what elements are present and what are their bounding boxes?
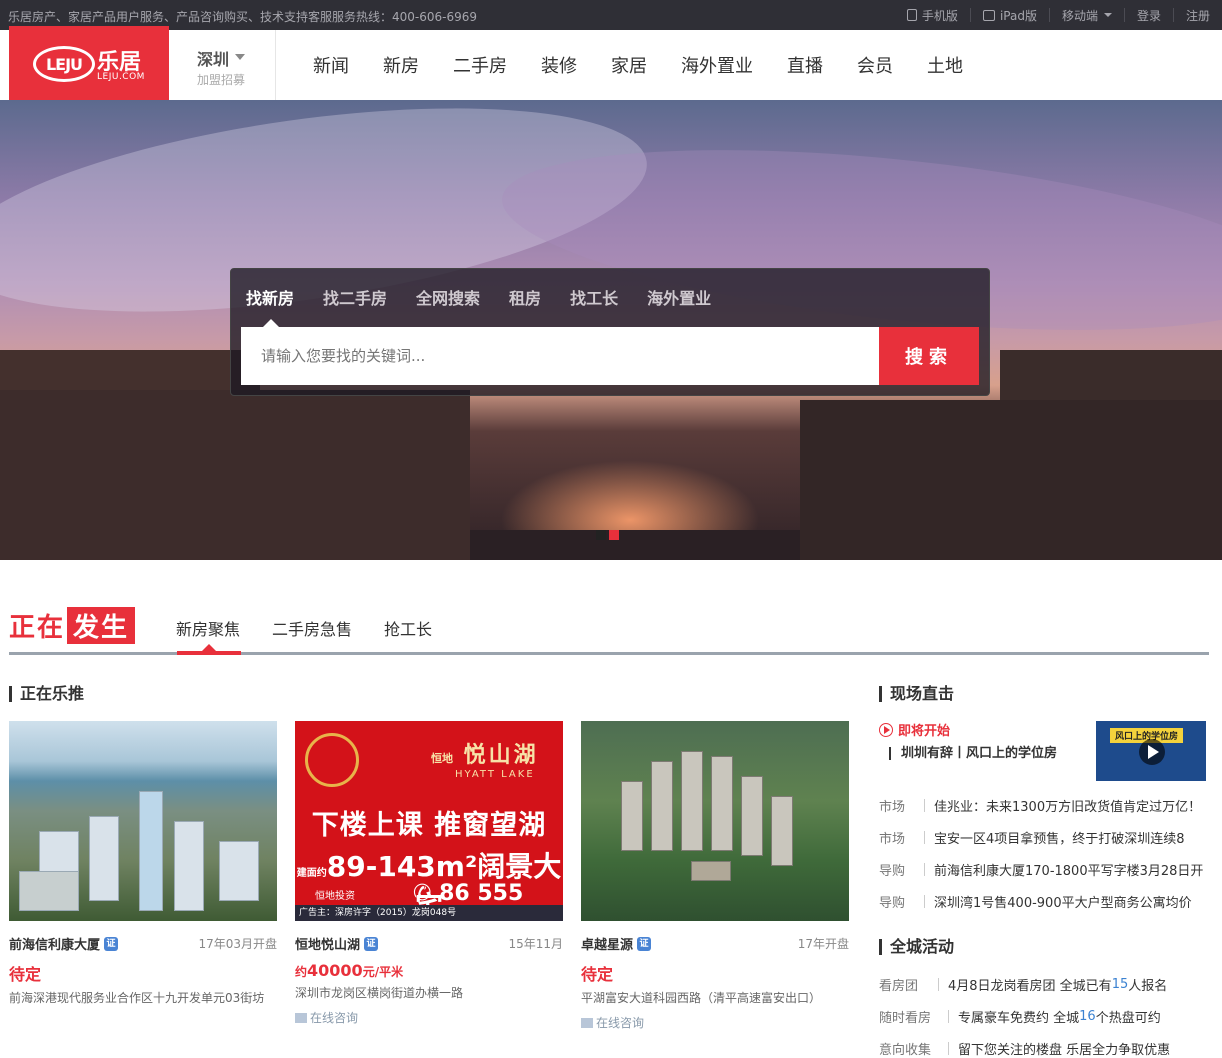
- phone-icon: [906, 9, 917, 21]
- live-block: 即将开始 圳圳有辞丨风口上的学位房 风口上的学位房: [879, 720, 1209, 781]
- caret-down-icon: [1103, 13, 1112, 17]
- search-button[interactable]: 搜索: [879, 327, 979, 385]
- main-nav: 新闻 新房 二手房 装修 家居 海外置业 直播 会员 土地: [296, 30, 980, 100]
- property-price: 待定: [9, 965, 42, 984]
- live-heading: 现场直击: [879, 686, 954, 702]
- nav-new-homes[interactable]: 新房: [383, 52, 419, 78]
- header: LEJU 乐居 LEJU.COM 深圳 加盟招募 新闻 新房 二手房 装修 家居…: [0, 26, 1222, 100]
- happening-tabs: 新房聚焦 二手房急售 抢工长: [176, 616, 464, 640]
- property-address: 平湖富安大道科园西路（清平高速富安出口）: [581, 991, 822, 1005]
- tab-grab-contractor[interactable]: 抢工长: [384, 616, 432, 640]
- event-item[interactable]: 随时看房 专属豪车免费约 全城 16 个热盘可约: [879, 1007, 1209, 1026]
- property-card[interactable]: 卓越星源证 17年开盘 待定 平湖富安大道科园西路（清平高速富安出口） 在线咨询: [581, 721, 849, 1031]
- tab-new-homes[interactable]: 找新房: [246, 285, 294, 309]
- carousel-dot-active[interactable]: [609, 530, 619, 540]
- property-name[interactable]: 恒地悦山湖: [295, 934, 360, 953]
- building-silhouette: [800, 400, 1222, 560]
- property-image[interactable]: [581, 721, 849, 921]
- hero-banner: 找新房 找二手房 全网搜索 租房 找工长 海外置业 搜索: [0, 100, 1222, 560]
- event-item[interactable]: 看房团 4月8日龙岗看房团 全城已有 15 人报名: [879, 975, 1209, 994]
- nav-member[interactable]: 会员: [857, 52, 893, 78]
- city-name: 深圳: [197, 50, 230, 69]
- news-item[interactable]: 导购 深圳湾1号售400-900平大户型商务公寓均价: [879, 892, 1209, 911]
- property-image[interactable]: [9, 721, 277, 921]
- nav-news[interactable]: 新闻: [313, 52, 349, 78]
- news-item[interactable]: 市场 佳兆业：未来1300万方旧改货值肯定过万亿！: [879, 796, 1209, 815]
- property-name[interactable]: 前海信利康大厦: [9, 934, 100, 953]
- ipad-version-link[interactable]: iPad版: [969, 8, 1049, 23]
- mobile-dropdown[interactable]: 移动端: [1048, 8, 1124, 23]
- building-silhouette: [0, 390, 470, 560]
- active-tab-underline: [177, 651, 241, 655]
- property-card[interactable]: 恒地 悦山湖 HYATT LAKE 下楼上课 推窗望湖 建面约89-143m²阔…: [295, 721, 563, 1026]
- search-panel: 找新房 找二手房 全网搜索 租房 找工长 海外置业 搜索: [230, 268, 990, 396]
- register-link[interactable]: 注册: [1172, 8, 1222, 23]
- online-consult-link[interactable]: 在线咨询: [581, 1014, 849, 1031]
- verified-badge-icon: 证: [364, 936, 379, 951]
- happening-title: 正在 发生: [9, 607, 136, 644]
- tab-resale-urgent[interactable]: 二手房急售: [272, 616, 352, 640]
- tablet-icon: [982, 9, 995, 21]
- property-ad-image[interactable]: 恒地 悦山湖 HYATT LAKE 下楼上课 推窗望湖 建面约89-143m²阔…: [295, 721, 563, 921]
- opening-date: 17年03月开盘: [198, 937, 277, 951]
- tab-overseas[interactable]: 海外置业: [647, 285, 711, 309]
- chat-icon: [581, 1017, 593, 1028]
- news-item[interactable]: 导购 前海信利康大厦170-1800平写字楼3月28日开: [879, 860, 1209, 879]
- property-name[interactable]: 卓越星源: [581, 934, 633, 953]
- city-selector[interactable]: 深圳 加盟招募: [169, 30, 276, 100]
- nav-home-furnishing[interactable]: 家居: [611, 52, 647, 78]
- events-heading: 全城活动: [879, 939, 954, 955]
- carousel-dot[interactable]: [596, 530, 606, 540]
- property-price: 待定: [581, 965, 614, 984]
- active-tab-arrow: [263, 319, 279, 327]
- opening-date: 15年11月: [508, 937, 563, 951]
- tab-rent[interactable]: 租房: [509, 285, 541, 309]
- top-bar: 乐居房产、家居产品用户服务、产品咨询购买、技术支持客服服务热线：400-606-…: [0, 0, 1222, 30]
- property-price: 约40000元/平米: [295, 961, 404, 980]
- search-tabs: 找新房 找二手房 全网搜索 租房 找工长 海外置业: [246, 285, 740, 309]
- tab-find-contractor[interactable]: 找工长: [570, 285, 618, 309]
- property-address: 前海深港现代服务业合作区十九开发单元03街坊: [9, 991, 265, 1005]
- active-tab-arrow: [202, 644, 216, 651]
- nav-land[interactable]: 土地: [927, 52, 963, 78]
- verified-badge-icon: 证: [637, 936, 652, 951]
- event-item[interactable]: 意向收集 留下您关注的楼盘 乐居全力争取优惠: [879, 1039, 1209, 1058]
- carousel-dots: [596, 530, 622, 540]
- service-slogan: 乐居房产、家居产品用户服务、产品咨询购买、技术支持客服服务热线：400-606-…: [8, 10, 478, 24]
- opening-date: 17年开盘: [797, 937, 849, 951]
- swirl-logo-icon: [305, 733, 359, 787]
- nav-resale[interactable]: 二手房: [453, 52, 507, 78]
- mobile-version-link[interactable]: 手机版: [895, 8, 970, 23]
- nav-decoration[interactable]: 装修: [541, 52, 577, 78]
- nav-overseas[interactable]: 海外置业: [681, 52, 753, 78]
- login-link[interactable]: 登录: [1123, 8, 1173, 23]
- leju-logo[interactable]: LEJU 乐居 LEJU.COM: [9, 26, 169, 100]
- property-address: 深圳市龙岗区横岗街道办横一路: [295, 986, 464, 1000]
- property-card[interactable]: 前海信利康大厦证 17年03月开盘 待定 前海深港现代服务业合作区十九开发单元0…: [9, 721, 277, 1006]
- chat-icon: [295, 1012, 307, 1023]
- logo-mark: LEJU: [33, 46, 95, 82]
- play-circle-icon: [879, 722, 893, 737]
- online-consult-link[interactable]: 在线咨询: [295, 1009, 563, 1026]
- caret-down-icon: [235, 54, 245, 60]
- live-thumbnail[interactable]: 风口上的学位房: [1096, 721, 1206, 781]
- leju-promo-heading: 正在乐推: [9, 686, 84, 702]
- play-icon: [1139, 739, 1165, 765]
- top-links: 手机版 iPad版 移动端 登录 注册: [895, 0, 1222, 30]
- tab-new-home-focus[interactable]: 新房聚焦: [176, 616, 240, 640]
- search-input[interactable]: [241, 327, 879, 385]
- tab-all-search[interactable]: 全网搜索: [416, 285, 480, 309]
- nav-live[interactable]: 直播: [787, 52, 823, 78]
- news-item[interactable]: 市场 宝安一区4项目拿预售，终于打破深圳连续8: [879, 828, 1209, 847]
- franchise-link[interactable]: 加盟招募: [197, 71, 245, 88]
- verified-badge-icon: 证: [104, 936, 119, 951]
- tab-resale[interactable]: 找二手房: [323, 285, 387, 309]
- logo-en: LEJU.COM: [97, 72, 145, 82]
